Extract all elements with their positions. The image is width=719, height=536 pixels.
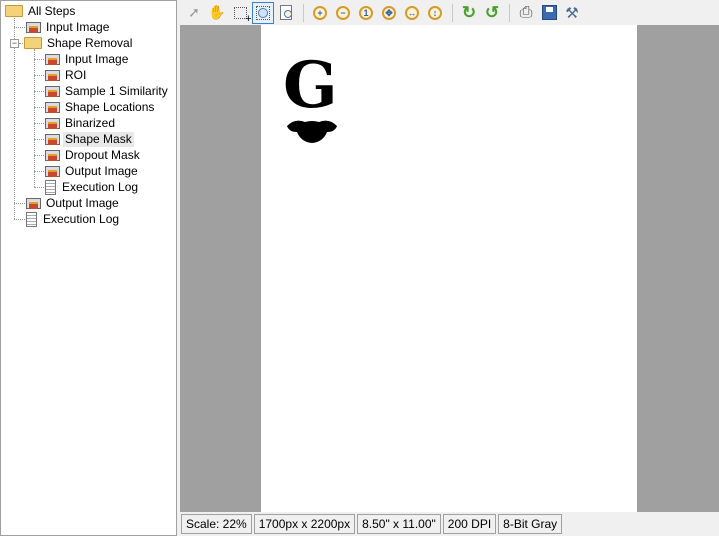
image-icon [45, 54, 60, 65]
toolbar: ➚ ✋ + + − 1 ✥ ↔ ↕ ↻ ↺ ⎙ ⚒ [180, 0, 719, 25]
folder-open-icon [24, 37, 42, 49]
document-icon [26, 211, 37, 227]
image-icon [45, 70, 60, 81]
toolbar-separator [303, 3, 304, 22]
hand-pan-icon[interactable]: ✋ [206, 2, 228, 24]
tree-item-all-steps[interactable]: All Steps [5, 3, 77, 19]
status-inch-size: 8.50" x 11.00" [357, 514, 441, 534]
settings-tools-icon[interactable]: ⚒ [561, 2, 583, 24]
tree-item-binarized[interactable]: Binarized [45, 115, 117, 131]
print-icon[interactable]: ⎙ [515, 2, 537, 24]
document-page: G [261, 25, 637, 512]
rotate-right-icon[interactable]: ↻ [458, 2, 480, 24]
rotate-left-icon[interactable]: ↺ [481, 2, 503, 24]
tree-item-execution-log[interactable]: Execution Log [24, 211, 121, 227]
status-dpi: 200 DPI [442, 514, 497, 534]
toolbar-separator [509, 3, 510, 22]
zoom-width-icon[interactable]: ↔ [401, 2, 423, 24]
save-icon[interactable] [538, 2, 560, 24]
tree-item-output-image[interactable]: Output Image [45, 163, 140, 179]
tree-item-sample-similarity[interactable]: Sample 1 Similarity [45, 83, 170, 99]
status-scale: Scale: 22% [181, 514, 252, 534]
status-bar: Scale: 22% 1700px x 2200px 8.50" x 11.00… [181, 514, 564, 534]
folder-open-icon [5, 5, 23, 17]
zoom-out-icon[interactable]: − [332, 2, 354, 24]
shape-glyph: G [283, 48, 338, 123]
region-select-icon[interactable]: + [229, 2, 252, 25]
zoom-actual-icon[interactable]: 1 [355, 2, 377, 24]
zoom-rect-icon[interactable] [252, 1, 274, 24]
steps-tree[interactable]: − All Steps Input Image Shape Removal In… [0, 0, 177, 536]
status-bit-depth: 8-Bit Gray [498, 514, 563, 534]
image-icon [45, 102, 60, 113]
pointer-icon[interactable]: ➚ [183, 2, 205, 24]
image-icon [45, 118, 60, 129]
tree-item-input-image[interactable]: Input Image [26, 19, 111, 35]
image-icon [26, 22, 41, 33]
tree-item-input-image[interactable]: Input Image [45, 51, 130, 67]
tree-item-shape-mask[interactable]: Shape Mask [45, 131, 134, 147]
tree-item-roi[interactable]: ROI [45, 67, 88, 83]
tree-item-shape-removal[interactable]: Shape Removal [24, 35, 134, 51]
zoom-height-icon[interactable]: ↕ [424, 2, 446, 24]
collapse-toggle[interactable]: − [10, 39, 19, 48]
tree-item-execution-log[interactable]: Execution Log [43, 179, 140, 195]
document-icon [45, 179, 56, 195]
toolbar-separator [452, 3, 453, 22]
shape-mask-blob [287, 120, 337, 143]
tree-item-output-image[interactable]: Output Image [26, 195, 121, 211]
zoom-page-icon[interactable] [275, 2, 297, 24]
zoom-fit-icon[interactable]: ✥ [378, 2, 400, 24]
image-icon [45, 150, 60, 161]
zoom-in-icon[interactable]: + [309, 2, 331, 24]
tree-item-shape-locations[interactable]: Shape Locations [45, 99, 156, 115]
image-icon [45, 86, 60, 97]
image-viewer[interactable]: G [180, 25, 719, 512]
tree-item-dropout-mask[interactable]: Dropout Mask [45, 147, 142, 163]
image-icon [45, 166, 60, 177]
status-pixel-size: 1700px x 2200px [253, 514, 356, 534]
image-icon [26, 198, 41, 209]
image-icon [45, 134, 60, 145]
